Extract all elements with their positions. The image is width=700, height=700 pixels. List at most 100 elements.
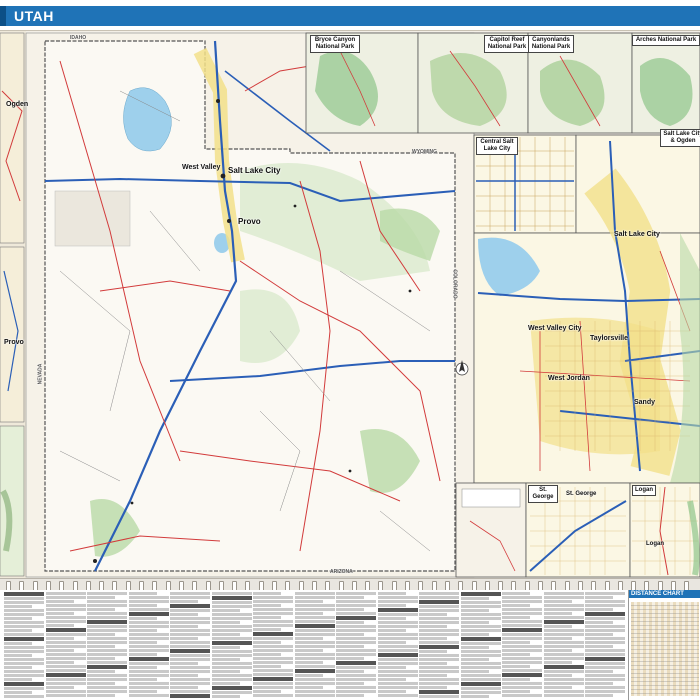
- label-colorado: COLORADO: [451, 269, 458, 299]
- index-entry: [4, 654, 32, 657]
- label-logan-city: Logan: [646, 541, 664, 547]
- index-entry: [87, 625, 127, 628]
- index-entry: [502, 604, 530, 607]
- index-entry: [253, 665, 281, 668]
- index-entry: [336, 670, 364, 673]
- index-entry: [585, 682, 613, 685]
- index-entry: [336, 608, 364, 611]
- index-entry: [419, 695, 459, 698]
- index-entry: [4, 613, 44, 616]
- index-entry: [253, 612, 293, 615]
- index-entry: [170, 678, 210, 681]
- index-entry: [336, 661, 376, 665]
- index-entry: [170, 613, 198, 616]
- index-entry: [128, 641, 157, 644]
- index-entry: [128, 625, 169, 628]
- index-column: [4, 592, 44, 698]
- index-entry: [460, 601, 501, 604]
- index-entry: [87, 641, 127, 644]
- index-entry: [128, 596, 169, 599]
- index-entry: [543, 637, 572, 640]
- index-entry: [502, 637, 542, 640]
- index-entry: [377, 694, 418, 697]
- index-entry: [460, 609, 489, 612]
- index-entry: [87, 657, 115, 660]
- index-column: [211, 592, 252, 698]
- index-entry: [211, 691, 252, 694]
- index-entry: [585, 674, 625, 677]
- index-entry: [460, 678, 501, 681]
- index-entry: [336, 690, 376, 693]
- index-entry: [294, 624, 335, 628]
- index-entry: [419, 645, 459, 649]
- index-entry: [460, 674, 501, 677]
- index-entry: [4, 650, 44, 653]
- index-entry: [170, 621, 210, 624]
- index-entry: [4, 670, 44, 673]
- index-entry: [460, 670, 489, 673]
- index-entry: [45, 592, 86, 595]
- index-entry: [170, 637, 198, 640]
- index-entry: [460, 605, 501, 608]
- index-entry: [294, 665, 335, 668]
- index-entry: [377, 633, 418, 636]
- index-entry: [128, 604, 157, 607]
- index-entry: [4, 674, 44, 677]
- index-entry: [336, 604, 376, 607]
- index-entry: [336, 645, 364, 648]
- index-entry: [253, 657, 293, 660]
- map-area[interactable]: Bryce Canyon National Park Capitol Reef …: [0, 30, 700, 579]
- index-entry: [211, 658, 240, 661]
- index-entry: [502, 641, 530, 644]
- index-entry: [377, 653, 418, 657]
- index-entry: [211, 621, 240, 624]
- label-inset-salt-lake-city: Salt Lake City: [614, 231, 660, 238]
- index-entry: [585, 690, 625, 693]
- index-entry: [543, 645, 584, 648]
- index-column: [460, 592, 501, 698]
- index-entry: [502, 649, 542, 652]
- index-entry: [211, 678, 252, 681]
- label-taylorsville: Taylorsville: [590, 335, 629, 342]
- label-west-jordan: West Jordan: [548, 375, 590, 382]
- index-entry: [419, 674, 447, 677]
- index-entry: [419, 621, 459, 624]
- inset-title-bryce: Bryce Canyon National Park: [310, 35, 360, 53]
- index-entry: [45, 673, 86, 677]
- index-entry: [460, 654, 501, 657]
- inset-title-slc-ogden: Salt Lake City & Ogden: [660, 129, 700, 147]
- index-entry: [419, 658, 459, 661]
- index-entry: [211, 633, 240, 636]
- index-entry: [45, 637, 74, 640]
- index-entry: [170, 658, 210, 661]
- index-entry: [253, 661, 293, 664]
- index-entry: [377, 604, 406, 607]
- index-entry: [502, 678, 530, 681]
- index-entry: [377, 621, 418, 624]
- index-entry: [211, 625, 252, 628]
- index-entry: [294, 600, 323, 603]
- index-entry: [45, 657, 86, 660]
- distance-chart: DISTANCE CHART: [628, 590, 700, 700]
- index-entry: [543, 678, 584, 681]
- index-entry: [211, 674, 252, 677]
- index-entry: [543, 690, 584, 693]
- index-entry: [585, 612, 625, 616]
- index-entry: [419, 600, 459, 604]
- index-entry: [253, 690, 281, 693]
- index-entry: [45, 690, 86, 693]
- label-salt-lake-city: Salt Lake City: [228, 166, 281, 175]
- index-entry: [128, 621, 169, 624]
- index-entry: [377, 682, 418, 685]
- index-entry: [211, 662, 252, 665]
- index-entry: [45, 682, 86, 685]
- index-entry: [211, 609, 240, 612]
- index-entry: [87, 694, 115, 697]
- index-entry: [211, 641, 252, 645]
- index-entry: [87, 592, 127, 595]
- index-entry: [543, 653, 584, 656]
- index-entry: [460, 621, 489, 624]
- index-entry: [87, 604, 127, 607]
- index-entry: [170, 662, 198, 665]
- index-entry: [87, 674, 127, 677]
